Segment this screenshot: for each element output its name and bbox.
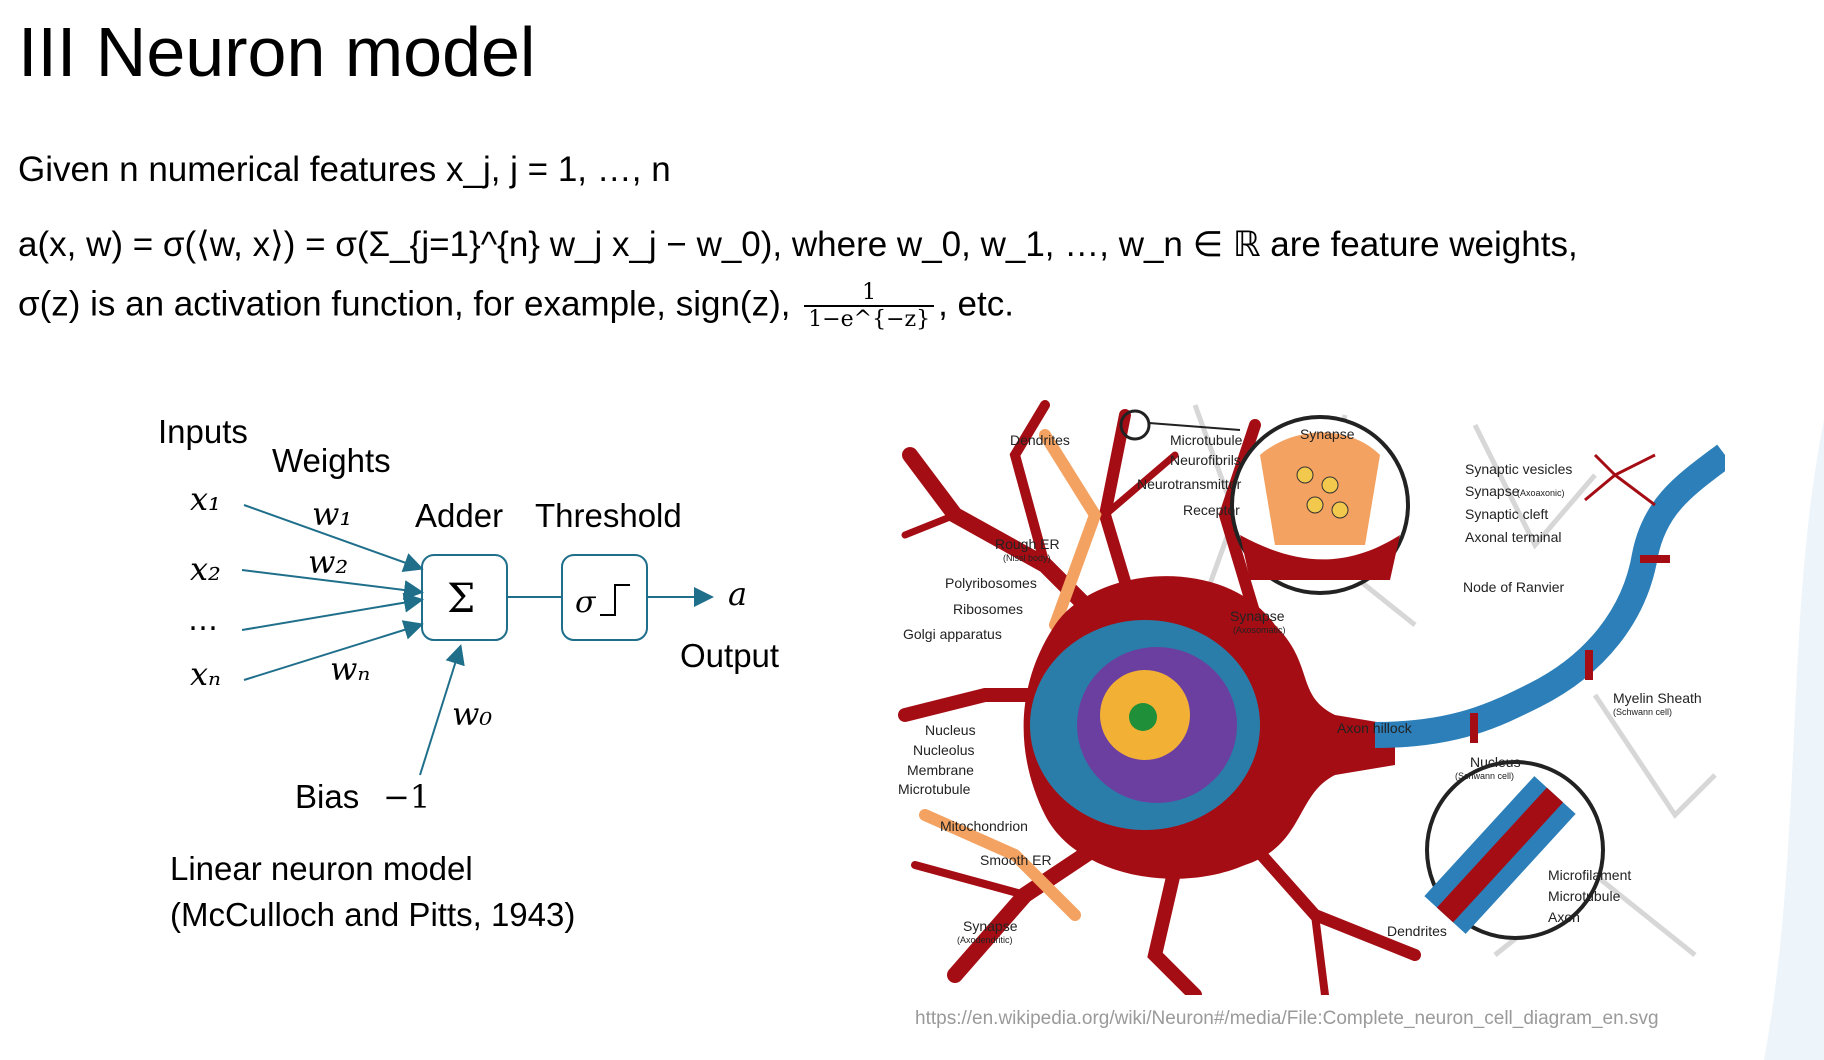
caption-line-1: Linear neuron model — [170, 850, 473, 887]
label-synaptic-cleft: Synaptic cleft — [1465, 506, 1548, 522]
label-polyribosomes: Polyribosomes — [945, 575, 1037, 591]
input-x1: x₁ — [190, 480, 221, 518]
sigmoid-fraction: 1 1−e^{−z} — [804, 280, 935, 332]
label-node-of-ranvier: Node of Ranvier — [1463, 579, 1565, 595]
label-axoaxonic: (Axoaxonic) — [1517, 488, 1565, 498]
formula-line-1: Given n numerical features x_j, j = 1, …… — [18, 150, 671, 189]
axon-terminal-shape — [1584, 453, 1656, 507]
sigma-symbol: σ — [575, 585, 597, 620]
label-microfilament: Microfilament — [1548, 867, 1631, 883]
label-microtubule-left: Microtubule — [898, 781, 971, 797]
label-nucleus: Nucleus — [925, 722, 976, 738]
fraction-denominator: 1−e^{−z} — [808, 307, 931, 332]
label-axonal-terminal: Axonal terminal — [1465, 529, 1562, 545]
step-function-icon — [600, 584, 630, 616]
decorative-accent — [1764, 420, 1824, 1060]
caption-line-2: (McCulloch and Pitts, 1943) — [170, 896, 576, 933]
nucleolus-shape — [1129, 703, 1157, 731]
neuron-model-diagram: Inputs Weights Adder Threshold Output Bi… — [158, 413, 779, 816]
weight-w0: w₀ — [452, 695, 492, 733]
bias-label: Bias — [295, 778, 359, 815]
slide-title: III Neuron model — [18, 13, 536, 91]
label-synapse-axoaxonic: Synapse — [1465, 483, 1520, 499]
label-dendrites-bottom: Dendrites — [1387, 923, 1447, 939]
formula-line-3: σ(z) is an activation function, for exam… — [18, 280, 1014, 332]
formula-line-3-end: , etc. — [938, 284, 1014, 324]
label-axon: Axon — [1548, 909, 1580, 925]
label-neurotransmitter: Neurotransmitter — [1137, 476, 1242, 492]
weight-w2: w₂ — [308, 543, 348, 581]
label-synapse-axodendritic: Synapse — [963, 918, 1018, 934]
label-smooth-er: Smooth ER — [980, 852, 1052, 868]
image-credit: https://en.wikipedia.org/wiki/Neuron#/me… — [915, 1008, 1659, 1029]
inputs-label: Inputs — [158, 413, 248, 450]
sum-symbol: Σ — [447, 576, 475, 622]
adder-label: Adder — [415, 497, 503, 534]
arrow-ellipsis — [241, 592, 424, 631]
label-synapse-axosomatic: Synapse — [1230, 608, 1285, 624]
label-mitochondrion: Mitochondrion — [940, 818, 1028, 834]
input-xn: xₙ — [190, 655, 221, 693]
zoom-connector — [1148, 422, 1241, 431]
formula-line-3-text: σ(z) is an activation function, for exam… — [18, 284, 791, 324]
input-ellipsis: … — [188, 603, 218, 638]
label-nucleolus: Nucleolus — [913, 742, 974, 758]
label-neurofibrils: Neurofibrils — [1170, 452, 1241, 468]
label-axodendritic: (Axodendritic) — [957, 935, 1013, 945]
threshold-label: Threshold — [535, 497, 682, 534]
label-receptor: Receptor — [1183, 502, 1240, 518]
output-label: Output — [680, 637, 779, 674]
presynaptic-terminal-shape — [1260, 432, 1380, 545]
label-microtubule-top: Microtubule — [1170, 432, 1243, 448]
neuron-cell-diagram: Dendrites Rough ER (Nissl body) Polyribo… — [898, 400, 1725, 995]
label-schwann-cell: (Schwann cell) — [1613, 707, 1672, 717]
bias-value: −1 — [383, 778, 430, 816]
input-x2: x₂ — [190, 550, 221, 588]
label-dendrites-top: Dendrites — [1010, 432, 1070, 448]
label-rough-er: Rough ER — [995, 536, 1060, 552]
label-ribosomes: Ribosomes — [953, 601, 1023, 617]
weights-label: Weights — [272, 442, 391, 479]
label-nucleus-schwann: Nucleus — [1470, 754, 1521, 770]
label-synapse-circle: Synapse — [1300, 426, 1355, 442]
weight-w1: w₁ — [312, 495, 352, 533]
label-golgi: Golgi apparatus — [903, 626, 1002, 642]
label-membrane: Membrane — [907, 762, 974, 778]
label-axon-hillock: Axon hillock — [1337, 720, 1413, 736]
label-synaptic-vesicles: Synaptic vesicles — [1465, 461, 1572, 477]
weight-wn: wₙ — [330, 650, 370, 688]
label-axosomatic: (Axosomatic) — [1233, 625, 1286, 635]
fraction-numerator: 1 — [804, 280, 935, 307]
label-schwann-cell-2: (Schwann cell) — [1455, 771, 1514, 781]
output-symbol: a — [728, 575, 747, 613]
label-myelin-sheath: Myelin Sheath — [1613, 690, 1702, 706]
formula-line-2: a(x, w) = σ(⟨w, x⟩) = σ(Σ_{j=1}^{n} w_j … — [18, 225, 1578, 264]
label-microtubule-right: Microtubule — [1548, 888, 1621, 904]
label-nissl: (Nissl body) — [1003, 553, 1051, 563]
